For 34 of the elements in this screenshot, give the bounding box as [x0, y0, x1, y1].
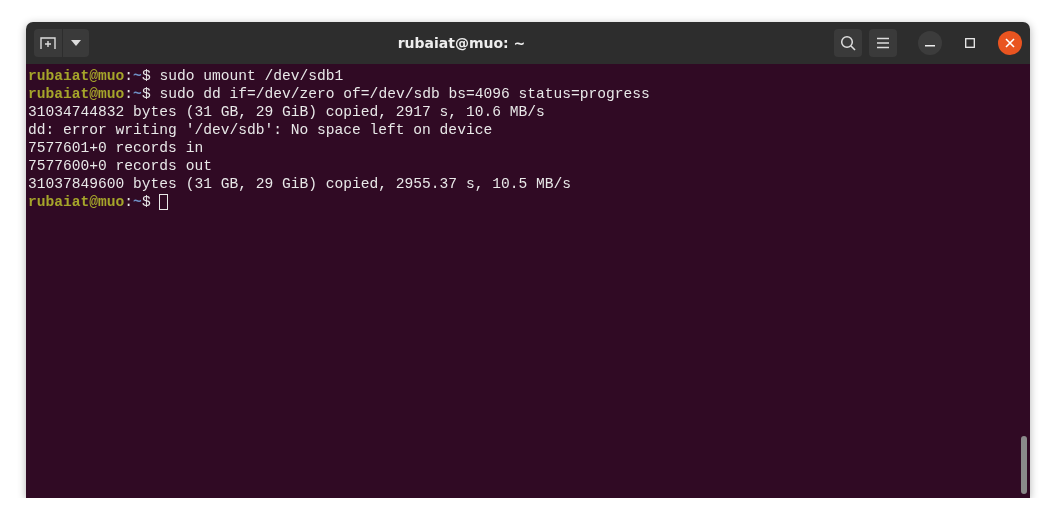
prompt-separator: : — [124, 85, 134, 103]
search-button[interactable] — [834, 29, 862, 57]
close-button[interactable] — [998, 31, 1022, 55]
command-text: sudo dd if=/dev/zero of=/dev/sdb bs=4096 status=progress — [159, 85, 650, 103]
command-text: sudo umount /dev/sdb1 — [159, 67, 344, 85]
prompt-user: rubaiat@muo — [28, 193, 125, 211]
dropdown-button[interactable] — [63, 29, 89, 57]
search-icon — [840, 35, 856, 51]
close-icon — [1005, 38, 1015, 48]
output-text: dd: error writing '/dev/sdb': No space left on device — [28, 121, 493, 139]
menu-icon — [876, 37, 890, 49]
minimize-icon — [925, 45, 935, 47]
caret-icon — [71, 40, 81, 46]
menu-button[interactable] — [869, 29, 897, 57]
prompt-path: ~ — [133, 193, 142, 211]
window-title: rubaiat@muo: ~ — [396, 35, 527, 51]
output-text: 7577601+0 records in — [28, 139, 204, 157]
output-text: 31034744832 bytes (31 GB, 29 GiB) copied, 2917 s, 10.6 MB/s — [28, 103, 545, 121]
output-text: 31037849600 bytes (31 GB, 29 GiB) copied, 2955.37 s, 10.5 MB/s — [28, 175, 571, 193]
new-tab-button[interactable] — [34, 29, 62, 57]
prompt-separator: : — [124, 67, 134, 85]
prompt-symbol: $ — [141, 193, 151, 211]
prompt-symbol: $ — [141, 67, 151, 85]
maximize-icon — [965, 38, 975, 48]
prompt-path: ~ — [133, 67, 142, 85]
minimize-button[interactable] — [918, 31, 942, 55]
prompt-user: rubaiat@muo — [28, 67, 125, 85]
prompt-user: rubaiat@muo — [28, 85, 125, 103]
output-text: 7577600+0 records out — [28, 157, 212, 175]
new-tab-icon — [40, 36, 56, 50]
scrollbar[interactable] — [1021, 436, 1027, 494]
prompt-separator: : — [124, 193, 134, 211]
prompt-path: ~ — [133, 85, 142, 103]
prompt-symbol: $ — [141, 85, 151, 103]
